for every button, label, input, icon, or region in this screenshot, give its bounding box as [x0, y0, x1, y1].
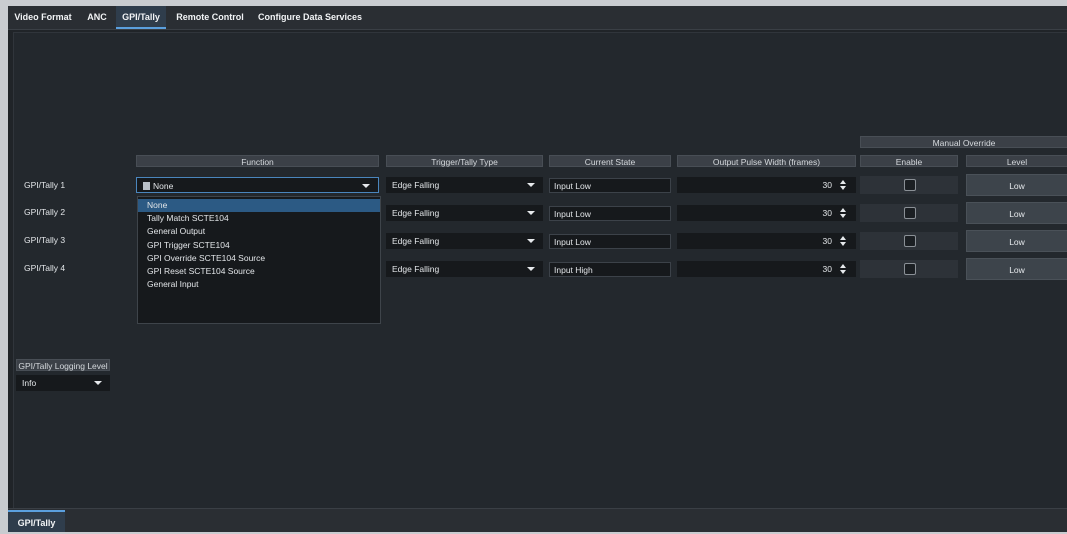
chevron-down-icon — [527, 239, 535, 243]
trigger-type-select[interactable]: Edge Falling — [386, 233, 543, 249]
enable-checkbox[interactable] — [904, 263, 916, 275]
logging-level-value: Info — [22, 378, 37, 388]
bottom-tab-gpi-tally[interactable]: GPI/Tally — [8, 510, 65, 532]
trigger-type-value: Edge Falling — [392, 264, 440, 274]
current-state-field: Input High — [549, 262, 671, 277]
logging-level-label: GPI/Tally Logging Level — [16, 359, 110, 371]
trigger-type-select[interactable]: Edge Falling — [386, 177, 543, 193]
row-label: GPI/Tally 2 — [24, 207, 66, 217]
row-label: GPI/Tally 3 — [24, 235, 66, 245]
top-tab-bar: Video Format ANC GPI/Tally Remote Contro… — [8, 6, 1067, 30]
main-window: Video Format ANC GPI/Tally Remote Contro… — [8, 6, 1067, 532]
enable-cell — [860, 260, 958, 278]
chevron-down-icon — [527, 211, 535, 215]
dropdown-option[interactable]: None — [138, 199, 380, 213]
spin-arrows-icon[interactable] — [840, 180, 847, 190]
trigger-type-value: Edge Falling — [392, 236, 440, 246]
current-state-field: Input Low — [549, 234, 671, 249]
trigger-type-header: Trigger/Tally Type — [386, 155, 543, 167]
pulse-width-spinbox[interactable]: 30 — [677, 205, 856, 221]
level-button[interactable]: Low — [966, 202, 1067, 224]
dropdown-option[interactable]: GPI Reset SCTE104 Source — [138, 265, 380, 278]
pulse-width-spinbox[interactable]: 30 — [677, 233, 856, 249]
file-icon — [143, 182, 150, 190]
spin-arrows-icon[interactable] — [840, 236, 847, 246]
current-state-header: Current State — [549, 155, 671, 167]
enable-checkbox[interactable] — [904, 235, 916, 247]
level-header: Level — [966, 155, 1067, 167]
function-select-value: None — [153, 181, 174, 191]
chevron-down-icon — [94, 381, 102, 385]
pulse-width-value: 30 — [822, 180, 832, 190]
trigger-type-select[interactable]: Edge Falling — [386, 261, 543, 277]
dropdown-option[interactable]: GPI Override SCTE104 Source — [138, 252, 380, 265]
tab-gpi-tally[interactable]: GPI/Tally — [116, 6, 166, 29]
manual-override-header: Manual Override — [860, 136, 1067, 148]
dropdown-option[interactable]: General Output — [138, 225, 380, 238]
tab-configure-data-services[interactable]: Configure Data Services — [252, 6, 368, 29]
spin-arrows-icon[interactable] — [840, 208, 847, 218]
pulse-width-header: Output Pulse Width (frames) — [677, 155, 856, 167]
dropdown-option[interactable]: Tally Match SCTE104 — [138, 212, 380, 225]
dropdown-option[interactable]: GPI Trigger SCTE104 — [138, 239, 380, 252]
pulse-width-value: 30 — [822, 208, 832, 218]
enable-checkbox[interactable] — [904, 179, 916, 191]
function-select[interactable]: None — [136, 177, 379, 193]
tab-video-format[interactable]: Video Format — [8, 6, 78, 29]
trigger-type-value: Edge Falling — [392, 208, 440, 218]
current-state-field: Input Low — [549, 178, 671, 193]
dropdown-option[interactable]: General Input — [138, 278, 380, 291]
function-header: Function — [136, 155, 379, 167]
enable-cell — [860, 204, 958, 222]
enable-cell — [860, 232, 958, 250]
row-label: GPI/Tally 1 — [24, 180, 66, 190]
pulse-width-value: 30 — [822, 236, 832, 246]
trigger-type-select[interactable]: Edge Falling — [386, 205, 543, 221]
level-button[interactable]: Low — [966, 230, 1067, 252]
tab-anc[interactable]: ANC — [82, 6, 112, 29]
chevron-down-icon — [527, 183, 535, 187]
pulse-width-value: 30 — [822, 264, 832, 274]
level-button[interactable]: Low — [966, 258, 1067, 280]
row-label: GPI/Tally 4 — [24, 263, 66, 273]
bottom-tab-bar: GPI/Tally — [8, 508, 1067, 532]
function-dropdown-list: None Tally Match SCTE104 General Output … — [137, 196, 381, 324]
enable-checkbox[interactable] — [904, 207, 916, 219]
trigger-type-value: Edge Falling — [392, 180, 440, 190]
level-button[interactable]: Low — [966, 174, 1067, 196]
tab-remote-control[interactable]: Remote Control — [172, 6, 248, 29]
chevron-down-icon — [527, 267, 535, 271]
pulse-width-spinbox[interactable]: 30 — [677, 177, 856, 193]
logging-level-select[interactable]: Info — [16, 375, 110, 391]
spin-arrows-icon[interactable] — [840, 264, 847, 274]
pulse-width-spinbox[interactable]: 30 — [677, 261, 856, 277]
enable-header: Enable — [860, 155, 958, 167]
current-state-field: Input Low — [549, 206, 671, 221]
enable-cell — [860, 176, 958, 194]
chevron-down-icon — [362, 184, 370, 188]
